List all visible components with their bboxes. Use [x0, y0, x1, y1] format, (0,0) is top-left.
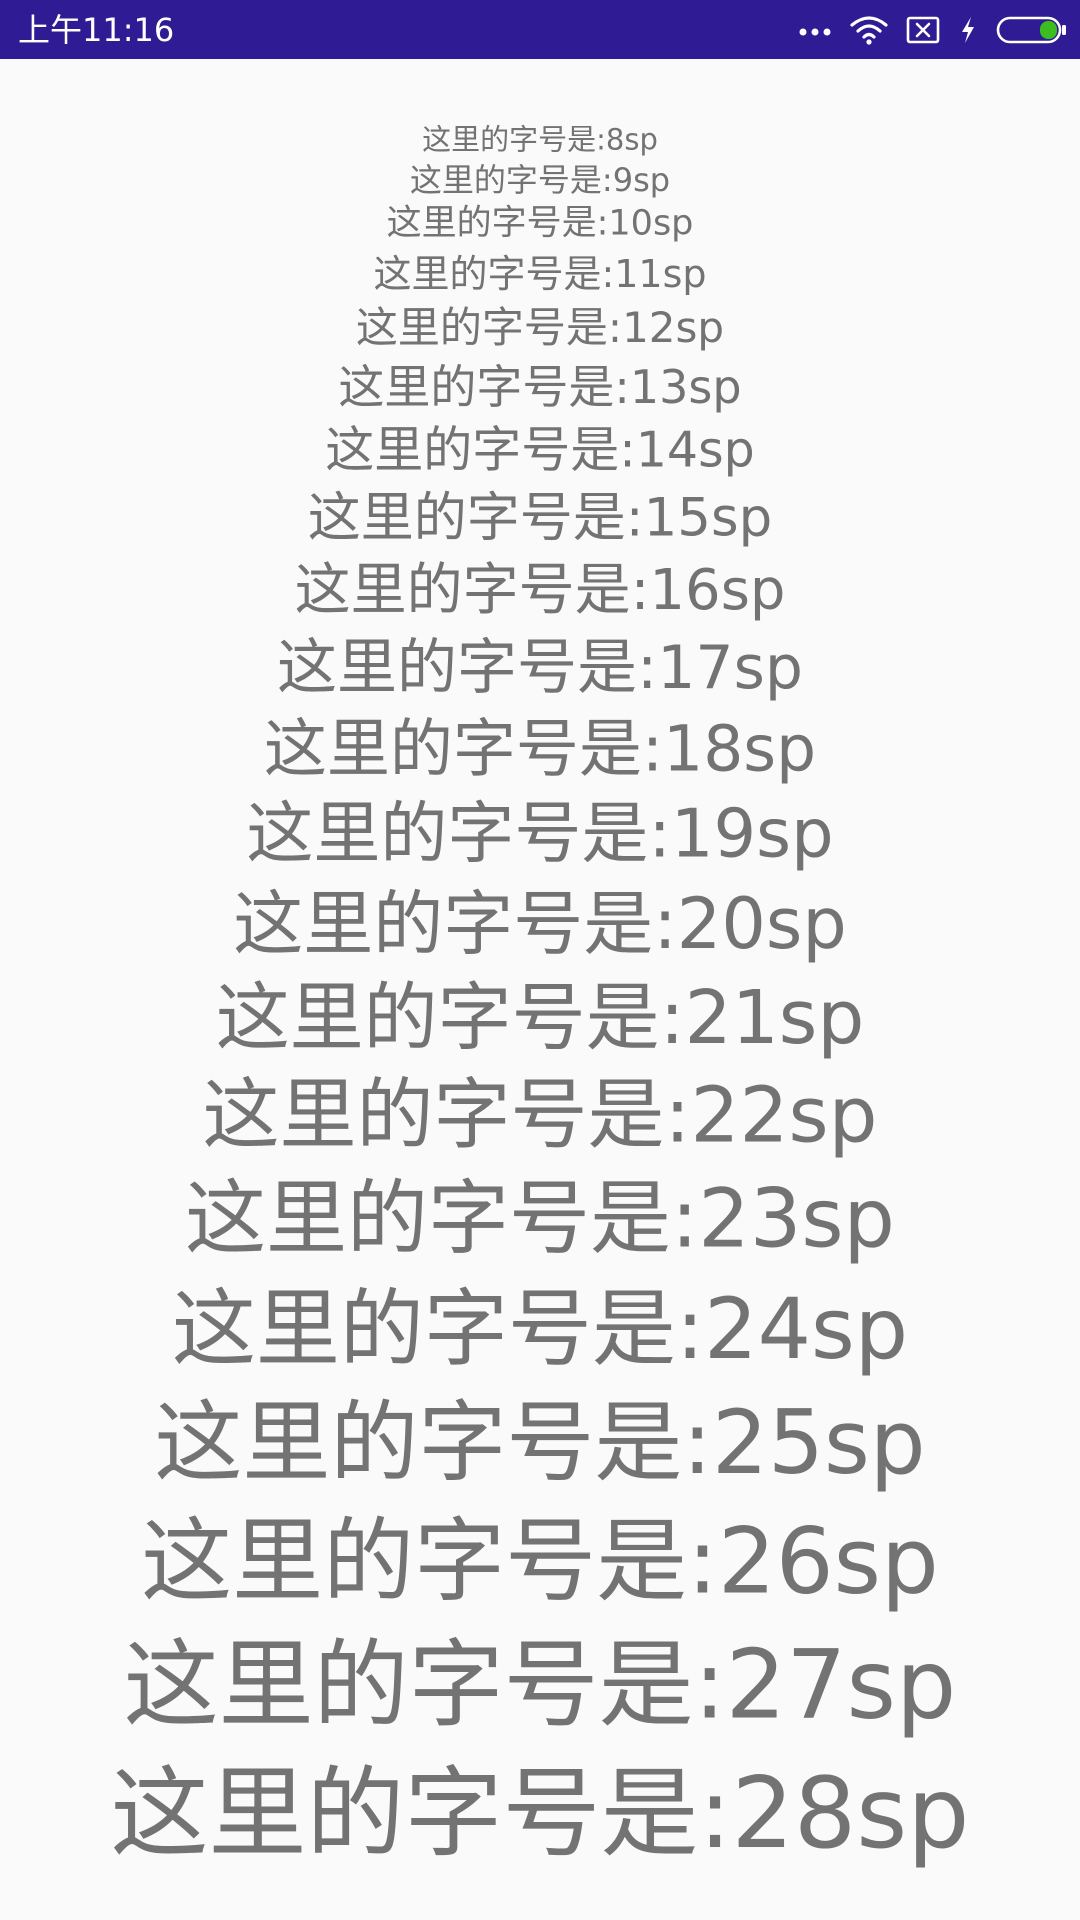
charging-bolt-icon [958, 15, 978, 45]
font-size-sample-line: 这里的字号是:19sp [246, 794, 834, 873]
wifi-icon [850, 15, 888, 45]
font-size-sample-line: 这里的字号是:28sp [110, 1757, 970, 1871]
font-size-sample-line: 这里的字号是:24sp [171, 1280, 909, 1378]
font-size-sample-line: 这里的字号是:10sp [386, 203, 694, 244]
font-size-sample-line: 这里的字号是:17sp [277, 633, 803, 703]
font-size-sample-line: 这里的字号是:27sp [123, 1630, 957, 1741]
status-bar: 上午11:16 [0, 0, 1080, 59]
font-size-sample-line: 这里的字号是:23sp [185, 1172, 895, 1267]
font-size-sample-line: 这里的字号是:22sp [202, 1071, 878, 1161]
more-dots-icon [798, 24, 832, 36]
font-size-sample-line: 这里的字号是:18sp [263, 712, 817, 786]
font-size-sample-line: 这里的字号是:12sp [355, 303, 725, 352]
font-size-sample-line: 这里的字号是:16sp [294, 558, 786, 623]
font-size-sample-line: 这里的字号是:13sp [338, 360, 742, 414]
font-size-sample-line: 这里的字号是:20sp [233, 883, 847, 965]
status-time: 上午11:16 [18, 11, 175, 49]
sim-x-icon [906, 15, 940, 45]
font-size-sample-line: 这里的字号是:14sp [325, 421, 755, 479]
font-size-sample-line: 这里的字号是:25sp [154, 1391, 926, 1494]
font-size-sample-line: 这里的字号是:26sp [141, 1509, 939, 1615]
font-size-sample-line: 这里的字号是:11sp [373, 252, 707, 296]
font-size-sample-line: 这里的字号是:8sp [422, 122, 658, 157]
font-size-list: 这里的字号是:8sp 这里的字号是:9sp 这里的字号是:10sp 这里的字号是:11… [0, 59, 1080, 1920]
font-size-sample-line: 这里的字号是:15sp [307, 487, 773, 549]
status-icons [798, 0, 1068, 59]
font-size-sample-line: 这里的字号是:9sp [409, 161, 671, 199]
font-size-sample-line: 这里的字号是:21sp [215, 975, 865, 1061]
battery-icon [996, 15, 1068, 45]
